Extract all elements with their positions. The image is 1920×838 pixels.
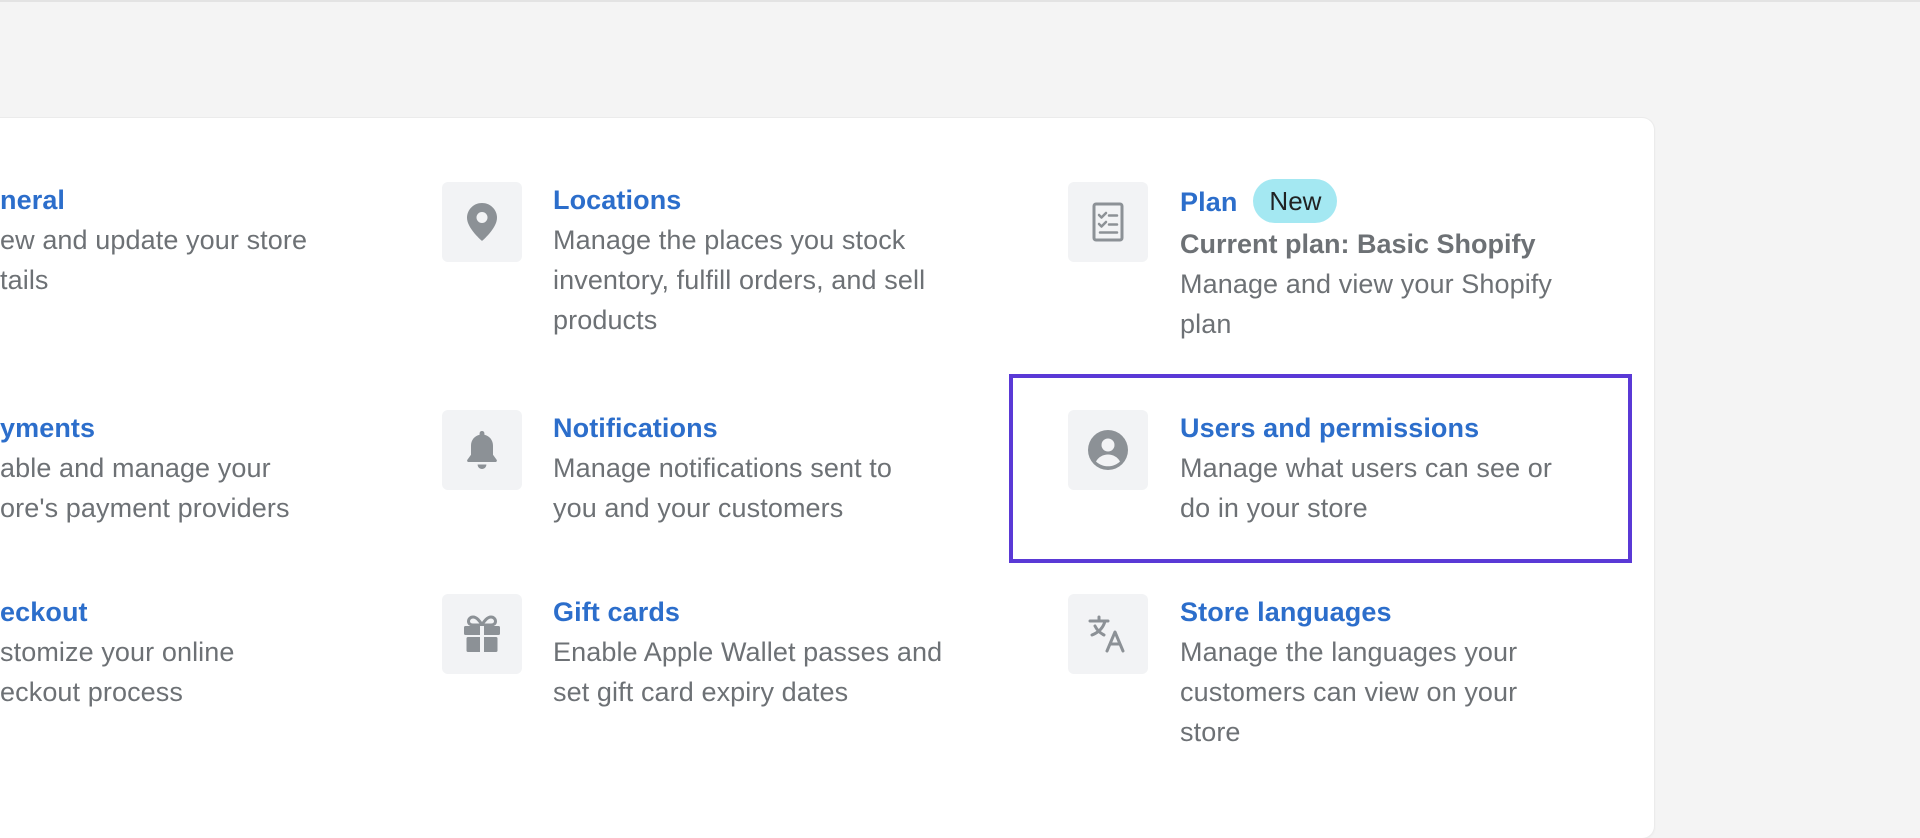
- settings-item-description-line: customers can view on your: [1180, 677, 1518, 707]
- settings-item-title[interactable]: Locations: [553, 180, 681, 220]
- settings-item-gift-cards[interactable]: Gift cards Enable Apple Wallet passes an…: [442, 592, 1002, 722]
- settings-item-store-languages[interactable]: Store languages Manage the languages you…: [1068, 592, 1628, 762]
- settings-item-title[interactable]: Store languages: [1180, 592, 1392, 632]
- bell-icon: [442, 410, 522, 490]
- settings-item-general[interactable]: neral ew and update your store tails: [0, 180, 340, 310]
- settings-item-description-line: ore's payment providers: [0, 493, 290, 523]
- settings-item-description-line: Manage notifications sent to: [553, 453, 893, 483]
- checklist-icon: [1068, 182, 1148, 262]
- settings-item-description-line: stomize your online: [0, 637, 235, 667]
- location-pin-icon: [442, 182, 522, 262]
- settings-item-title[interactable]: Notifications: [553, 408, 718, 448]
- settings-item-description-line: able and manage your: [0, 453, 271, 483]
- settings-item-description-line: Manage and view your Shopify: [1180, 269, 1553, 299]
- settings-item-description-line: inventory, fulfill orders, and sell: [553, 265, 926, 295]
- settings-item-title[interactable]: yments: [0, 408, 95, 448]
- user-circle-icon: [1068, 410, 1148, 490]
- settings-item-description-line: you and your customers: [553, 493, 844, 523]
- new-badge: New: [1253, 179, 1338, 223]
- settings-item-description-line: store: [1180, 717, 1241, 747]
- settings-item-description-line: Manage the languages your: [1180, 637, 1518, 667]
- settings-item-title[interactable]: Users and permissions: [1180, 408, 1479, 448]
- settings-item-description-line: do in your store: [1180, 493, 1368, 523]
- settings-item-description-line: ew and update your store: [0, 225, 308, 255]
- settings-item-title[interactable]: Plan: [1180, 180, 1237, 224]
- settings-item-locations[interactable]: Locations Manage the places you stock in…: [442, 180, 1002, 350]
- settings-item-description-line: Manage the places you stock: [553, 225, 906, 255]
- settings-item-description-line: plan: [1180, 309, 1232, 339]
- settings-item-description-line: products: [553, 305, 658, 335]
- settings-item-description-line: set gift card expiry dates: [553, 677, 849, 707]
- top-divider: [0, 0, 1920, 2]
- translate-icon: [1068, 594, 1148, 674]
- current-plan-label: Current plan: Basic Shopify: [1180, 229, 1536, 259]
- settings-item-plan[interactable]: Plan New Current plan: Basic Shopify Mana…: [1068, 179, 1628, 350]
- gift-icon: [442, 594, 522, 674]
- settings-item-description-line: Manage what users can see or: [1180, 453, 1553, 483]
- settings-item-notifications[interactable]: Notifications Manage notifications sent …: [442, 408, 1002, 538]
- settings-item-description-line: tails: [0, 265, 49, 295]
- settings-item-title[interactable]: neral: [0, 180, 65, 220]
- settings-item-description-line: eckout process: [0, 677, 183, 707]
- settings-item-title[interactable]: eckout: [0, 592, 88, 632]
- settings-item-title[interactable]: Gift cards: [553, 592, 680, 632]
- settings-item-users-and-permissions[interactable]: Users and permissions Manage what users …: [1068, 408, 1628, 538]
- settings-item-payments[interactable]: yments able and manage your ore's paymen…: [0, 408, 340, 538]
- settings-item-description-line: Enable Apple Wallet passes and: [553, 637, 943, 667]
- settings-item-checkout[interactable]: eckout stomize your online eckout proces…: [0, 592, 340, 722]
